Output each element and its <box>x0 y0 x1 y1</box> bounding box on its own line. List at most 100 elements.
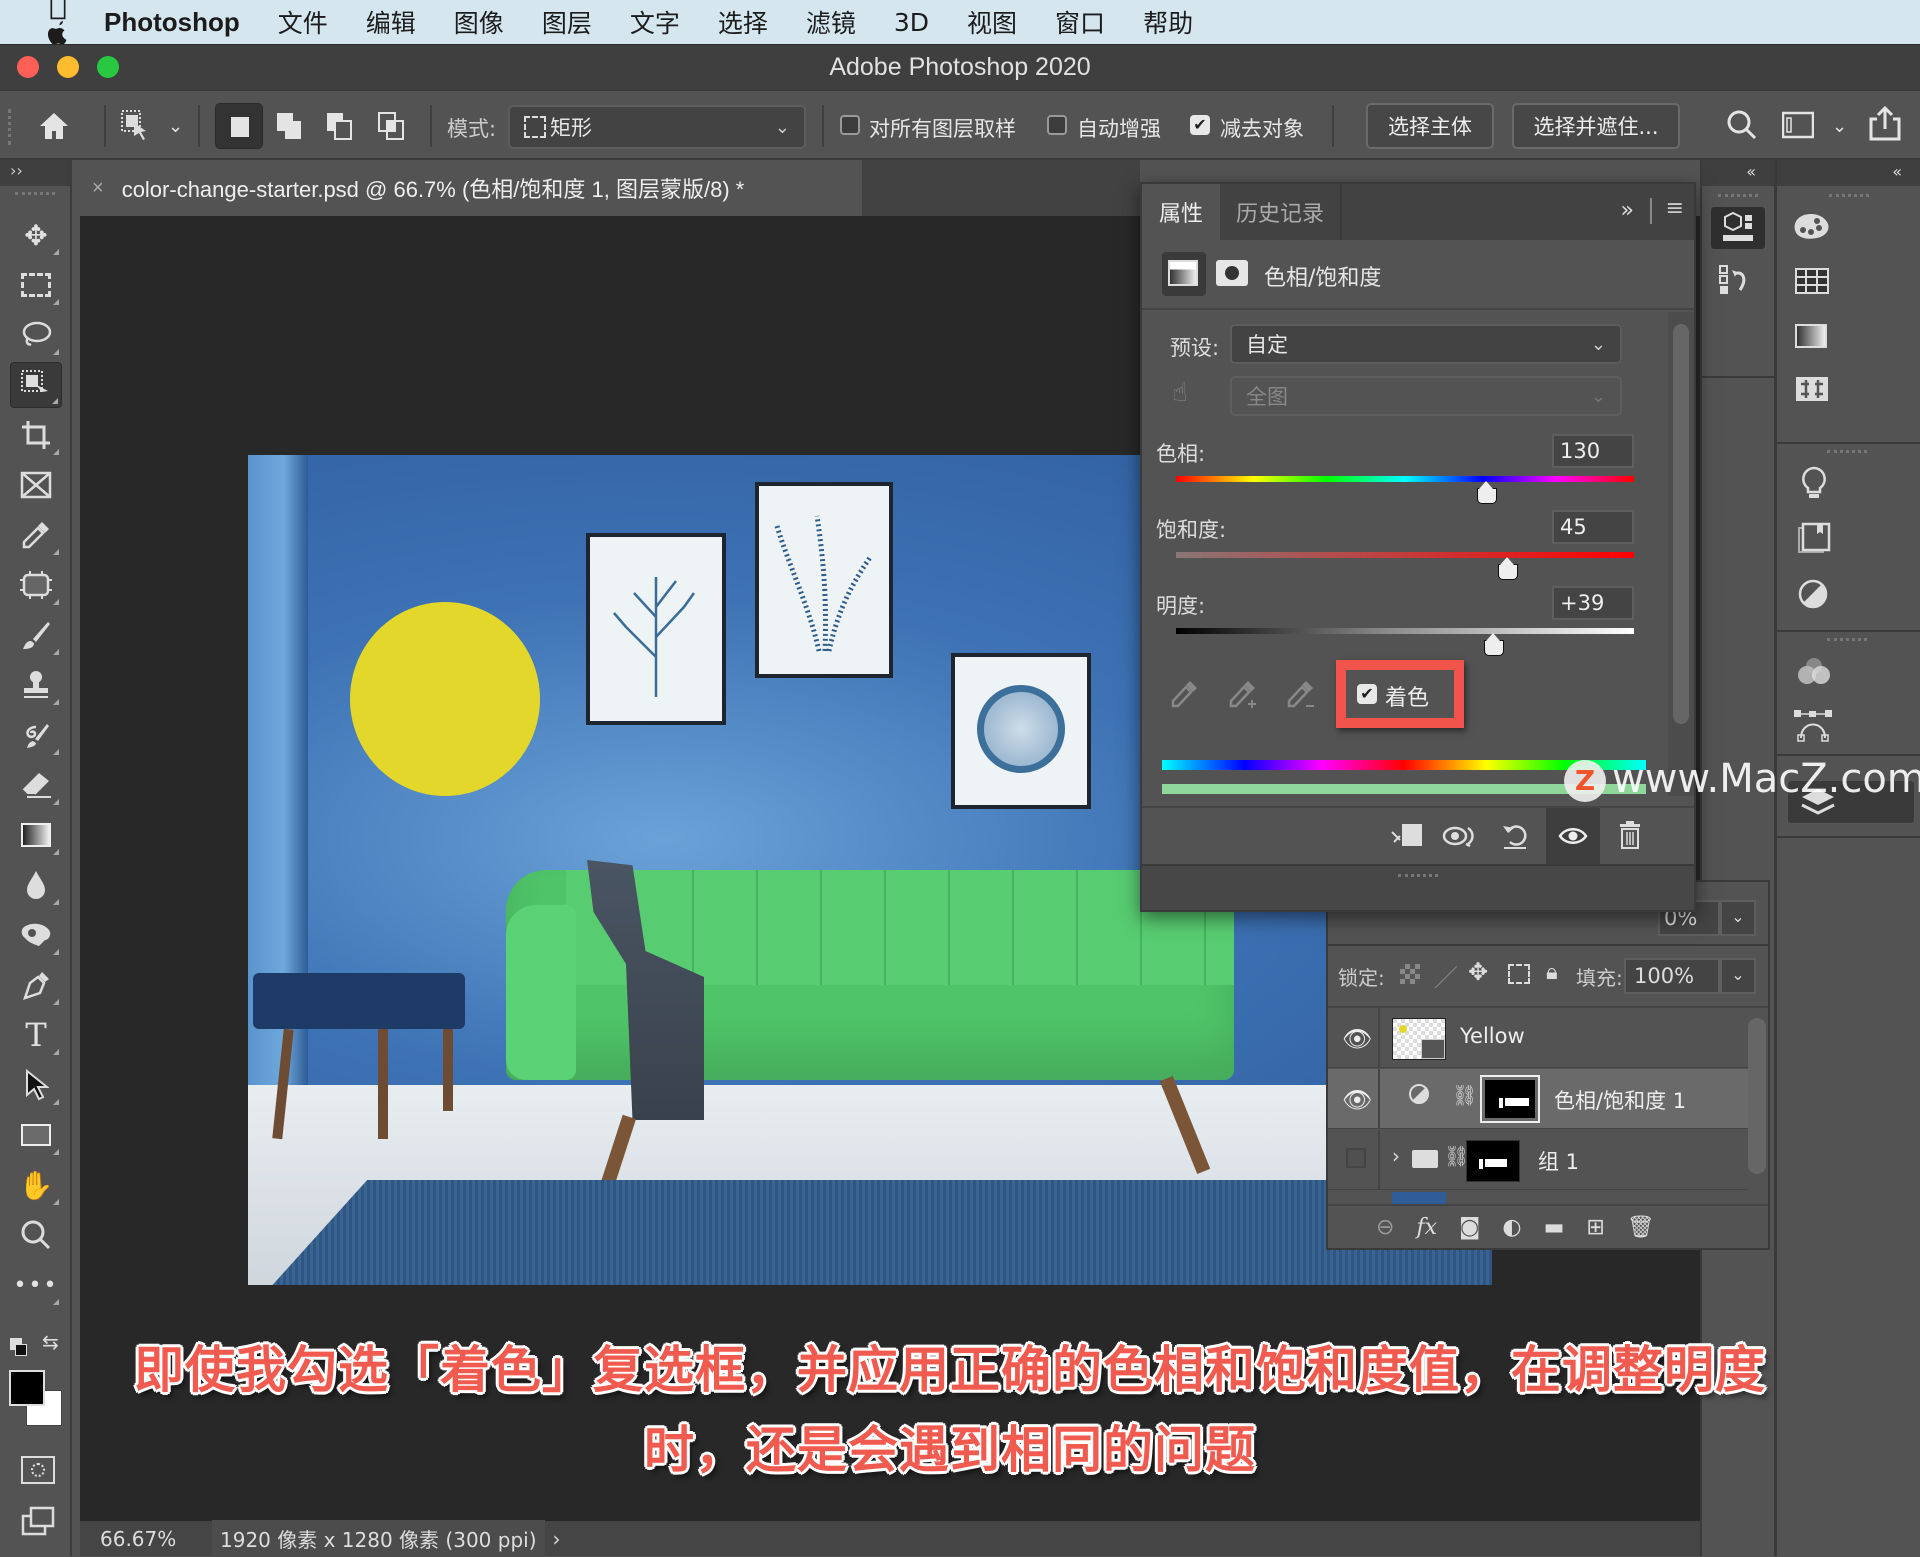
menu-file[interactable]: 文件 <box>278 4 328 40</box>
range-dropdown[interactable]: 全图 ⌄ <box>1230 376 1622 416</box>
mask-button[interactable] <box>1216 260 1248 286</box>
new-selection-button[interactable] <box>215 103 263 149</box>
patterns-panel-button[interactable] <box>1795 376 1829 409</box>
menu-app-photoshop[interactable]: Photoshop <box>104 7 240 38</box>
link-layers-icon[interactable]: ⊖ <box>1376 1215 1394 1240</box>
saturation-slider-track[interactable] <box>1176 552 1634 558</box>
auto-enhance-checkbox[interactable] <box>1047 115 1067 135</box>
sample-all-layers-checkbox[interactable] <box>840 115 860 135</box>
properties-scrollbar-thumb[interactable] <box>1673 324 1689 724</box>
lock-artboard-icon[interactable] <box>1508 964 1530 984</box>
fill-field[interactable]: 100% <box>1624 958 1720 994</box>
path-selection-tool[interactable] <box>10 1062 62 1108</box>
lock-transparent-pixels-icon[interactable] <box>1400 964 1420 984</box>
menu-3d[interactable]: 3D <box>894 8 929 37</box>
menu-select[interactable]: 选择 <box>718 4 768 40</box>
panel-menu-icon[interactable]: ≡ <box>1666 196 1684 221</box>
lightness-slider-track[interactable] <box>1176 628 1634 634</box>
panel-grip[interactable] <box>1718 194 1758 202</box>
fill-chevron-icon[interactable]: ⌄ <box>1720 958 1756 994</box>
document-tab[interactable]: × color-change-starter.psd @ 66.7% (色相/饱… <box>72 160 862 216</box>
zoom-level[interactable]: 66.67% <box>100 1527 200 1551</box>
screen-mode-button[interactable] <box>21 1506 57 1536</box>
lock-image-pixels-icon[interactable]: ／ <box>1434 958 1458 993</box>
pen-tool[interactable] <box>10 962 62 1008</box>
dodge-tool[interactable] <box>10 912 62 958</box>
eyedropper-subtract-icon[interactable] <box>1286 678 1316 716</box>
rectangle-tool[interactable] <box>10 1112 62 1158</box>
properties-panel-button[interactable] <box>1710 206 1766 250</box>
panel-grip[interactable] <box>1828 194 1869 202</box>
lock-position-icon[interactable]: ✥ <box>1468 958 1488 986</box>
layer-row-group[interactable]: › ⛓︎ 组 1 <box>1328 1130 1748 1190</box>
mask-link-icon[interactable]: ⛓︎ <box>1452 1083 1477 1107</box>
eyedropper-icon[interactable] <box>1170 678 1200 716</box>
panel-grip[interactable] <box>1827 450 1867 458</box>
share-icon[interactable] <box>1868 105 1902 146</box>
blur-tool[interactable] <box>10 862 62 908</box>
learn-panel-button[interactable] <box>1799 466 1829 509</box>
delete-layer-icon[interactable]: 🗑︎ <box>1627 1215 1655 1240</box>
gradient-tool[interactable] <box>10 812 62 858</box>
marquee-tool[interactable] <box>10 262 62 308</box>
hand-tool[interactable]: ✋ <box>10 1162 62 1208</box>
targeted-adjustment-hand-icon[interactable]: ☝︎ <box>1172 378 1188 408</box>
swatches-panel-button[interactable] <box>1795 268 1829 301</box>
clip-to-layer-icon[interactable] <box>1388 820 1424 854</box>
adjustments-panel-button[interactable] <box>1797 578 1829 617</box>
intersect-selection-icon[interactable] <box>377 111 407 146</box>
add-mask-icon[interactable]: ◙ <box>1459 1215 1480 1240</box>
frame-tool[interactable] <box>10 462 62 508</box>
visibility-eye-icon[interactable]: 👁︎ <box>1342 1025 1372 1053</box>
eyedropper-add-icon[interactable] <box>1228 678 1258 716</box>
options-grip[interactable] <box>8 109 11 145</box>
object-selection-tool-icon[interactable] <box>120 109 152 148</box>
workspace-chevron-icon[interactable]: ⌄ <box>1832 113 1847 141</box>
view-previous-state-icon[interactable] <box>1442 822 1478 854</box>
menu-edit[interactable]: 编辑 <box>366 4 416 40</box>
subtract-object-checkbox[interactable]: ✔ <box>1190 115 1210 135</box>
new-layer-icon[interactable]: ⊞ <box>1586 1215 1604 1240</box>
hue-slider-track[interactable] <box>1176 476 1634 482</box>
hue-slider-thumb[interactable] <box>1477 481 1498 504</box>
collapse-right-panels-icon[interactable]: « <box>1777 160 1920 186</box>
move-tool[interactable]: ✥ <box>10 212 62 258</box>
close-tab-icon[interactable]: × <box>92 177 104 200</box>
healing-brush-tool[interactable] <box>10 562 62 608</box>
menu-type[interactable]: 文字 <box>630 4 680 40</box>
menu-image[interactable]: 图像 <box>454 4 504 40</box>
saturation-input[interactable]: 45 <box>1552 510 1634 544</box>
type-tool[interactable]: T <box>10 1012 62 1058</box>
menu-filter[interactable]: 滤镜 <box>806 4 856 40</box>
toolbar-grip[interactable] <box>15 192 55 200</box>
toggle-visibility-button[interactable] <box>1546 808 1600 864</box>
libraries-panel-button[interactable] <box>1797 522 1831 563</box>
visibility-eye-icon[interactable]: 👁︎ <box>1342 1086 1372 1114</box>
hue-input[interactable]: 130 <box>1552 434 1634 468</box>
collapse-panels-icon[interactable]: « <box>1702 160 1774 186</box>
new-group-icon[interactable]: ▬ <box>1544 1215 1565 1240</box>
layer-row-yellow[interactable]: 👁︎ Yellow <box>1328 1008 1748 1068</box>
lock-all-icon[interactable]: 🔒︎ <box>1546 960 1558 985</box>
workspace-icon[interactable] <box>1781 111 1815 144</box>
panel-resize-grip[interactable] <box>1398 874 1438 882</box>
layer-mask-thumbnail[interactable] <box>1480 1075 1540 1123</box>
channels-panel-icon-button[interactable] <box>1795 656 1833 693</box>
menu-view[interactable]: 视图 <box>967 4 1017 40</box>
gradients-panel-button[interactable] <box>1795 324 1827 348</box>
mode-dropdown[interactable]: 矩形 ⌄ <box>508 105 806 149</box>
history-brush-tool[interactable] <box>10 712 62 758</box>
properties-scroll-track[interactable] <box>1668 312 1694 796</box>
visibility-toggle-off[interactable] <box>1346 1148 1366 1168</box>
home-icon[interactable] <box>38 111 70 146</box>
panel-grip[interactable] <box>1827 638 1867 646</box>
toolbar-expand-icon[interactable]: ›› <box>0 160 70 186</box>
collapse-panel-icon[interactable]: » <box>1621 198 1634 223</box>
expand-group-chevron-icon[interactable]: › <box>1392 1144 1400 1168</box>
paths-panel-button[interactable] <box>1793 708 1833 749</box>
menu-help[interactable]: 帮助 <box>1143 4 1193 40</box>
clone-stamp-tool[interactable] <box>10 662 62 708</box>
select-and-mask-button[interactable]: 选择并遮住... <box>1512 103 1680 149</box>
subtract-from-selection-icon[interactable] <box>325 111 355 146</box>
tool-preset-chevron-icon[interactable]: ⌄ <box>168 113 183 141</box>
